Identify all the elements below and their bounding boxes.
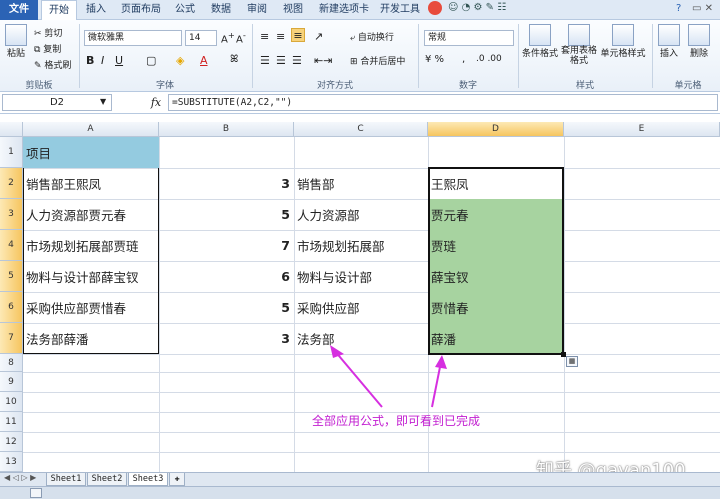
format-painter-button[interactable]: ✎ 格式刷	[34, 58, 71, 71]
align-top-icon[interactable]: ≡	[260, 30, 269, 43]
scissors-icon: ✂	[34, 29, 45, 39]
fill-color-icon[interactable]: ◈	[176, 54, 184, 67]
align-right-icon[interactable]: ☰	[292, 54, 302, 67]
sheet-tab-bar: ◀ ◁ ▷ ▶ Sheet1 Sheet2 Sheet3 ✚	[0, 472, 720, 486]
clipboard-group-label: 剪贴板	[25, 81, 53, 91]
separator	[418, 24, 419, 88]
arrow-head-c7	[330, 345, 344, 358]
tab-review[interactable]: 审阅	[242, 0, 272, 20]
align-center-icon[interactable]: ☰	[276, 54, 286, 67]
macro-record-icon[interactable]	[30, 488, 42, 498]
paste-button[interactable]: 粘贴	[3, 24, 29, 59]
number-format-select[interactable]: 常规	[424, 30, 514, 46]
separator	[252, 24, 253, 88]
fx-icon[interactable]: fx	[148, 94, 164, 111]
tab-insert[interactable]: 插入	[80, 0, 112, 20]
styles-group-label: 样式	[575, 81, 594, 91]
font-group-label: 字体	[155, 81, 174, 91]
wrap-icon: ⤶	[350, 33, 358, 43]
align-left-icon[interactable]: ☰	[260, 54, 270, 67]
paste-icon	[5, 24, 27, 46]
conditional-format-icon	[529, 24, 551, 46]
align-middle-icon[interactable]: ≡	[276, 30, 285, 43]
tab-page-layout[interactable]: 页面布局	[116, 0, 166, 20]
delete-button[interactable]: 删除	[686, 24, 712, 59]
font-grow-icon[interactable]: A+	[221, 30, 235, 45]
font-name-select[interactable]: 微软雅黑	[84, 30, 182, 46]
tab-view[interactable]: 视图	[278, 0, 308, 20]
conditional-format-button[interactable]: 条件格式	[522, 24, 558, 59]
new-sheet-icon[interactable]: ✚	[169, 473, 185, 486]
tab-new[interactable]: 新建选项卡	[314, 0, 374, 20]
comma-icon[interactable]: ,	[462, 54, 465, 65]
brush-icon: ✎	[34, 61, 45, 71]
tab-formulas[interactable]: 公式	[170, 0, 200, 20]
merge-icon: ⊞	[350, 57, 361, 67]
separator	[518, 24, 519, 88]
name-box[interactable]: D2	[2, 94, 112, 111]
tab-developer[interactable]: 开发工具	[378, 0, 422, 20]
phonetic-icon[interactable]: ꕤ	[230, 54, 238, 65]
cells-group-label: 单元格	[674, 81, 702, 91]
alignment-group-label: 对齐方式	[316, 81, 353, 91]
ribbon-tab-bar: 文件 开始 插入 页面布局 公式 数据 审阅 视图 新建选项卡 开发工具 ☺ ◔…	[0, 0, 720, 21]
tab-data[interactable]: 数据	[206, 0, 236, 20]
table-format-button[interactable]: 套用表格格式	[560, 24, 598, 66]
chevron-down-icon[interactable]: ▼	[100, 97, 106, 106]
sheet-nav-icons[interactable]: ◀ ◁ ▷ ▶	[4, 473, 36, 482]
number-group-label: 数字	[458, 81, 477, 91]
formula-bar: D2 ▼ fx =SUBSTITUTE(A2,C2,"")	[0, 92, 720, 114]
delete-icon	[688, 24, 710, 46]
status-bar	[0, 486, 720, 499]
indent-icon[interactable]: ⇤⇥	[314, 54, 332, 67]
font-size-select[interactable]: 14	[185, 30, 217, 46]
sheet-tab-3[interactable]: Sheet3	[128, 473, 168, 486]
decimal-icon[interactable]: .0 .00	[476, 54, 502, 64]
cut-button[interactable]: ✂ 剪切	[34, 26, 62, 39]
currency-icon[interactable]: ¥ %	[425, 54, 444, 65]
insert-icon	[658, 24, 680, 46]
arrow-head-d7	[435, 355, 447, 369]
wrap-text-button[interactable]: ⤶ 自动换行	[350, 30, 394, 43]
arrow-to-d7	[431, 361, 442, 408]
cell-styles-icon	[612, 24, 634, 46]
help-icon[interactable]: ?	[676, 3, 681, 14]
font-color-icon[interactable]: A	[200, 54, 208, 67]
formula-input[interactable]: =SUBSTITUTE(A2,C2,"")	[168, 94, 718, 111]
annotation-text: 全部应用公式，即可看到已完成	[312, 414, 481, 428]
orientation-icon[interactable]: ↗	[314, 30, 323, 43]
bold-button[interactable]: B	[86, 54, 94, 67]
copy-button[interactable]: ⧉ 复制	[34, 42, 61, 55]
toolbar-icons: ☺ ◔ ⚙ ✎ ☷	[448, 2, 507, 13]
font-shrink-icon[interactable]: A-	[236, 30, 246, 45]
italic-button[interactable]: I	[101, 54, 104, 67]
merge-center-button[interactable]: ⊞ 合并后居中	[350, 54, 405, 67]
input-method-icon[interactable]	[428, 1, 442, 15]
table-format-icon	[568, 24, 590, 46]
underline-button[interactable]: U	[115, 54, 123, 67]
copy-icon: ⧉	[34, 45, 44, 55]
arrow-to-c7	[333, 349, 383, 408]
tab-file[interactable]: 文件	[0, 0, 38, 20]
sheet-tab-1[interactable]: Sheet1	[46, 473, 86, 486]
ribbon: 粘贴 ✂ 剪切 ⧉ 复制 ✎ 格式刷 剪贴板 微软雅黑 14 A+ A- B I…	[0, 20, 720, 92]
insert-button[interactable]: 插入	[656, 24, 682, 59]
cell-styles-button[interactable]: 单元格样式	[600, 24, 646, 59]
border-icon[interactable]: ▢	[146, 54, 156, 67]
tab-home[interactable]: 开始	[41, 0, 77, 21]
align-bottom-icon[interactable]: ≡	[291, 28, 305, 42]
window-controls-icon[interactable]: ▭ ✕	[692, 3, 713, 14]
sheet-tab-2[interactable]: Sheet2	[87, 473, 127, 486]
separator	[652, 24, 653, 88]
